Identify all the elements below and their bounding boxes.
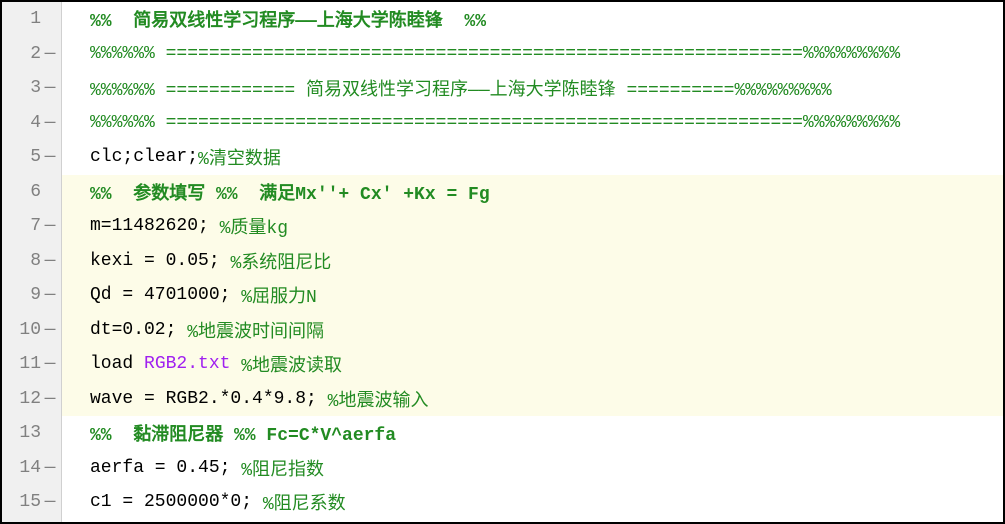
gutter-row: 2— — [2, 37, 61, 72]
code-span: clc;clear; — [90, 147, 198, 167]
code-line[interactable]: m=11482620; %质量kg — [62, 209, 1003, 244]
code-line[interactable]: Qd = 4701000; %屈服力N — [62, 278, 1003, 313]
gutter-row: 9— — [2, 278, 61, 313]
code-line[interactable]: clc;clear;%清空数据 — [62, 140, 1003, 175]
gutter-row: 6 — [2, 175, 61, 210]
code-line[interactable]: %% 简易双线性学习程序——上海大学陈睦锋 %% — [62, 2, 1003, 37]
gutter-row: 15— — [2, 485, 61, 520]
line-number: 12 — [15, 389, 43, 409]
line-number: 3 — [15, 78, 43, 98]
code-span: RGB2.txt — [144, 354, 241, 374]
fold-mark: — — [43, 354, 57, 374]
code-editor: 12—3—4—5—67—8—9—10—11—12—1314—15— %% 简易双… — [2, 2, 1003, 522]
fold-mark: — — [43, 285, 57, 305]
fold-mark: — — [43, 492, 57, 512]
code-line[interactable]: kexi = 0.05; %系统阻尼比 — [62, 244, 1003, 279]
line-number: 5 — [15, 147, 43, 167]
code-area[interactable]: %% 简易双线性学习程序——上海大学陈睦锋 %% %%%%%% =========… — [62, 2, 1003, 522]
code-span: %%%%%% =================================… — [90, 44, 900, 64]
fold-mark: — — [43, 113, 57, 133]
line-number: 6 — [15, 182, 43, 202]
line-gutter: 12—3—4—5—67—8—9—10—11—12—1314—15— — [2, 2, 62, 522]
fold-mark: — — [43, 458, 57, 478]
gutter-row: 10— — [2, 313, 61, 348]
fold-mark: — — [43, 389, 57, 409]
code-span: %% 简易双线性学习程序——上海大学陈睦锋 %% — [90, 6, 486, 32]
code-line[interactable]: dt=0.02; %地震波时间间隔 — [62, 313, 1003, 348]
gutter-row: 7— — [2, 209, 61, 244]
line-number: 15 — [15, 492, 43, 512]
line-number: 13 — [15, 423, 43, 443]
code-span: %%%%%% ============ 简易双线性学习程序——上海大学陈睦锋 =… — [90, 75, 832, 101]
line-number: 8 — [15, 251, 43, 271]
code-span: wave = RGB2.*0.4*9.8; — [90, 389, 328, 409]
gutter-row: 8— — [2, 244, 61, 279]
line-number: 2 — [15, 44, 43, 64]
gutter-row: 12— — [2, 382, 61, 417]
fold-mark: — — [43, 78, 57, 98]
line-number: 7 — [15, 216, 43, 236]
code-line[interactable]: %%%%%% =================================… — [62, 106, 1003, 141]
fold-mark: — — [43, 320, 57, 340]
code-line[interactable]: %% 参数填写 %% 满足Mx''+ Cx' +Kx = Fg — [62, 175, 1003, 210]
line-number: 4 — [15, 113, 43, 133]
gutter-row: 4— — [2, 106, 61, 141]
code-span: load — [90, 354, 144, 374]
gutter-row: 14— — [2, 451, 61, 486]
code-span: Qd = 4701000; — [90, 285, 241, 305]
code-span: %地震波读取 — [241, 351, 342, 377]
code-span: %地震波时间间隔 — [187, 317, 324, 343]
code-line[interactable]: aerfa = 0.45; %阻尼指数 — [62, 451, 1003, 486]
code-line[interactable]: %% 黏滞阻尼器 %% Fc=C*V^aerfa — [62, 416, 1003, 451]
code-span: aerfa = 0.45; — [90, 458, 241, 478]
code-line[interactable]: %%%%%% ============ 简易双线性学习程序——上海大学陈睦锋 =… — [62, 71, 1003, 106]
code-span: %%%%%% =================================… — [90, 113, 900, 133]
line-number: 10 — [15, 320, 43, 340]
code-line[interactable]: load RGB2.txt %地震波读取 — [62, 347, 1003, 382]
fold-mark: — — [43, 147, 57, 167]
code-line[interactable]: wave = RGB2.*0.4*9.8; %地震波输入 — [62, 382, 1003, 417]
gutter-row: 13 — [2, 416, 61, 451]
code-span: %屈服力N — [241, 282, 317, 308]
code-line[interactable]: c1 = 2500000*0; %阻尼系数 — [62, 485, 1003, 520]
line-number: 1 — [15, 9, 43, 29]
code-line[interactable]: %%%%%% =================================… — [62, 37, 1003, 72]
fold-mark: — — [43, 251, 57, 271]
gutter-row: 5— — [2, 140, 61, 175]
gutter-row: 11— — [2, 347, 61, 382]
line-number: 14 — [15, 458, 43, 478]
code-span: %阻尼指数 — [241, 455, 324, 481]
fold-mark: — — [43, 44, 57, 64]
code-span: %% 参数填写 %% 满足Mx''+ Cx' +Kx = Fg — [90, 179, 490, 205]
code-span: %质量kg — [220, 213, 288, 239]
code-span: %地震波输入 — [328, 386, 429, 412]
code-span: %清空数据 — [198, 144, 281, 170]
line-number: 9 — [15, 285, 43, 305]
gutter-row: 3— — [2, 71, 61, 106]
gutter-row: 1 — [2, 2, 61, 37]
fold-mark: — — [43, 216, 57, 236]
code-span: %系统阻尼比 — [230, 248, 331, 274]
code-span: dt=0.02; — [90, 320, 187, 340]
code-span: m=11482620; — [90, 216, 220, 236]
code-span: kexi = 0.05; — [90, 251, 230, 271]
code-span: %% 黏滞阻尼器 %% Fc=C*V^aerfa — [90, 420, 396, 446]
line-number: 11 — [15, 354, 43, 374]
code-span: c1 = 2500000*0; — [90, 492, 263, 512]
code-span: %阻尼系数 — [263, 489, 346, 515]
